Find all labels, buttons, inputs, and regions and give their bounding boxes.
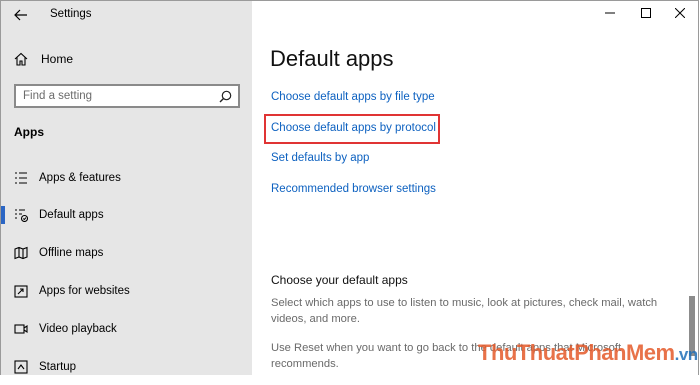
list-icon (13, 170, 29, 186)
open-in-window-icon (13, 283, 29, 299)
page-title: Default apps (270, 46, 394, 71)
close-button[interactable] (666, 3, 694, 23)
startup-icon (13, 359, 29, 375)
watermark: ThuThuatPhanMem.vn (478, 340, 698, 366)
sidebar-item-label: Video playback (39, 323, 117, 335)
map-icon (13, 245, 29, 261)
sidebar-item-label: Apps & features (39, 172, 121, 184)
description-paragraph: Select which apps to use to listen to mu… (271, 297, 658, 325)
sidebar-item-label: Startup (39, 361, 77, 373)
close-icon (675, 8, 685, 18)
search-placeholder: Find a setting (23, 90, 93, 102)
sidebar-item-label: Offline maps (39, 247, 104, 259)
video-icon (13, 321, 29, 337)
minimize-icon (605, 12, 615, 14)
back-arrow-icon (14, 9, 27, 21)
home-icon (14, 52, 28, 66)
sidebar-item-video-playback[interactable]: Video playback (1, 311, 252, 347)
sidebar-item-label: Apps for websites (39, 285, 130, 297)
search-input[interactable]: Find a setting (14, 84, 240, 108)
sidebar-item-startup[interactable]: Startup (1, 349, 252, 385)
selection-indicator (1, 206, 5, 224)
sidebar-item-label: Default apps (39, 209, 104, 221)
search-icon[interactable] (215, 86, 235, 106)
link-set-defaults-by-app[interactable]: Set defaults by app (271, 152, 369, 164)
sidebar-item-apps-features[interactable]: Apps & features (1, 160, 252, 196)
home-label: Home (41, 52, 74, 66)
sidebar: Settings Home Find a setting Apps Apps &… (1, 1, 252, 375)
section-title: Choose your default apps (271, 273, 408, 287)
link-by-protocol[interactable]: Choose default apps by protocol (271, 122, 436, 134)
minimize-button[interactable] (596, 3, 624, 23)
back-button[interactable] (9, 5, 33, 25)
sidebar-item-default-apps[interactable]: Default apps (1, 197, 252, 233)
sidebar-item-offline-maps[interactable]: Offline maps (1, 235, 252, 271)
watermark-domain: .vn (674, 345, 699, 364)
maximize-icon (641, 8, 651, 18)
default-apps-icon (13, 207, 29, 223)
home-link[interactable]: Home (14, 49, 73, 69)
link-recommended-browser-settings[interactable]: Recommended browser settings (271, 183, 436, 195)
window-title: Settings (50, 8, 92, 20)
sidebar-item-apps-for-websites[interactable]: Apps for websites (1, 273, 252, 309)
sidebar-section-title: Apps (14, 125, 44, 139)
link-by-file-type[interactable]: Choose default apps by file type (271, 91, 435, 103)
maximize-button[interactable] (632, 3, 660, 23)
watermark-text: ThuThuatPhanMem (478, 340, 675, 365)
